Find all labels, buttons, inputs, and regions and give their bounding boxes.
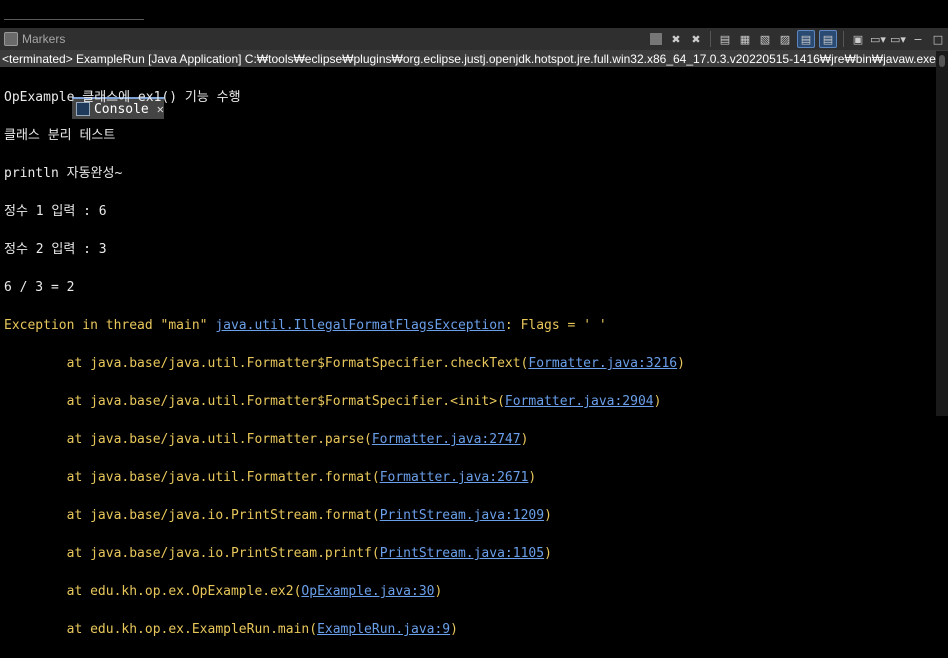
stack-frame-link[interactable]: Formatter.java:2904 (505, 394, 654, 409)
stack-frame-end: ) (450, 622, 458, 637)
stack-frame: at java.base/java.util.Formatter.format(… (4, 468, 934, 487)
exception-prefix: Exception in thread "main" (4, 318, 216, 333)
tab-markers[interactable]: Markers (0, 28, 70, 50)
stack-frame: at java.base/java.util.Formatter$FormatS… (4, 354, 934, 373)
show-stderr-icon[interactable]: ▤ (819, 30, 837, 48)
stack-frame: at java.base/java.io.PrintStream.format(… (4, 506, 934, 525)
stack-frame-method: at java.base/java.util.Formatter.parse( (4, 432, 372, 447)
tab-markers-label: Markers (22, 32, 66, 46)
console-line: OpExample 클래스에 ex1() 기능 수행 (4, 90, 241, 105)
exception-line: Exception in thread "main" java.util.Ill… (4, 316, 934, 335)
stack-frame-method: at java.base/java.util.Formatter$FormatS… (4, 394, 505, 409)
stack-frame-end: ) (544, 508, 552, 523)
stack-frame-method: at edu.kh.op.ex.ExampleRun.main( (4, 622, 318, 637)
scroll-lock-icon[interactable]: ▤ (717, 31, 733, 47)
stack-frame-link[interactable]: OpExample.java:30 (301, 584, 434, 599)
stack-frame: at edu.kh.op.ex.ExampleRun.main(ExampleR… (4, 620, 934, 639)
top-strip (0, 0, 948, 28)
markers-icon (4, 32, 18, 46)
stack-frame: at edu.kh.op.ex.OpExample.ex2(OpExample.… (4, 582, 934, 601)
minimize-icon[interactable]: − (910, 31, 926, 47)
stack-frame: at java.base/java.io.PrintStream.printf(… (4, 544, 934, 563)
console-line: println 자동완성~ (4, 166, 123, 181)
display-console-icon[interactable]: ▭▾ (870, 31, 886, 47)
stack-frame-method: at java.base/java.io.PrintStream.printf( (4, 546, 380, 561)
stack-frame-link[interactable]: ExampleRun.java:9 (317, 622, 450, 637)
scrollbar-thumb[interactable] (939, 55, 945, 67)
console-line: 정수 2 입력 : 3 (4, 242, 107, 257)
stack-frame-link[interactable]: PrintStream.java:1105 (380, 546, 544, 561)
word-wrap-icon[interactable]: ▦ (737, 31, 753, 47)
pin-console-icon[interactable]: ▣ (850, 31, 866, 47)
console-line: 6 / 3 = 2 (4, 280, 75, 295)
stack-frame: at java.base/java.util.Formatter$FormatS… (4, 392, 934, 411)
view-tab-bar: Markers Console ✕ ✖ ✖ ▤ ▦ ▧ ▨ ▤ ▤ ▣ ▭▾ ▭… (0, 28, 948, 119)
console-line: 클래스 분리 테스트 (4, 128, 116, 143)
stack-frame-link[interactable]: Formatter.java:2671 (380, 470, 529, 485)
stack-frame-end: ) (434, 584, 443, 599)
stack-frame-end: ) (677, 356, 685, 371)
stack-frame-link[interactable]: Formatter.java:2747 (372, 432, 521, 447)
exception-message: : Flags = ' ' (504, 318, 607, 333)
stack-frame-link[interactable]: PrintStream.java:1209 (380, 508, 544, 523)
process-status-line: <terminated> ExampleRun [Java Applicatio… (0, 51, 948, 67)
show-stdout-icon[interactable]: ▨ (777, 31, 793, 47)
console-toolbar: ✖ ✖ ▤ ▦ ▧ ▨ ▤ ▤ ▣ ▭▾ ▭▾ − □ (646, 28, 948, 50)
divider (4, 19, 144, 20)
stack-frame-end: ) (528, 470, 537, 485)
toolbar-separator (710, 31, 711, 47)
stack-frame: at java.base/java.util.Formatter.parse(F… (4, 430, 934, 449)
console-line: 정수 1 입력 : 6 (4, 204, 107, 219)
stack-frame-end: ) (653, 394, 662, 409)
stack-frame-end: ) (520, 432, 529, 447)
toolbar-separator (843, 31, 844, 47)
show-stdout-toggle-icon[interactable]: ▤ (797, 30, 815, 48)
process-status-text: <terminated> ExampleRun [Java Applicatio… (2, 52, 948, 66)
exception-type-link[interactable]: java.util.IllegalFormatFlagsException (215, 318, 505, 333)
stack-frame-link[interactable]: Formatter.java:3216 (528, 356, 677, 371)
remove-all-icon[interactable]: ✖ (688, 31, 704, 47)
stack-frame-method: at edu.kh.op.ex.OpExample.ex2( (4, 584, 302, 599)
vertical-scrollbar[interactable] (936, 51, 948, 416)
clear-console-icon[interactable]: ▧ (757, 31, 773, 47)
stack-frame-method: at java.base/java.util.Formatter$FormatS… (4, 356, 529, 371)
console-output[interactable]: OpExample 클래스에 ex1() 기능 수행 클래스 분리 테스트 pr… (4, 69, 934, 658)
new-console-icon[interactable]: ▭▾ (890, 31, 906, 47)
stack-frame-method: at java.base/java.io.PrintStream.format( (4, 508, 380, 523)
stack-frame-method: at java.base/java.util.Formatter.format( (4, 470, 380, 485)
stack-frame-end: ) (544, 546, 552, 561)
remove-launch-icon[interactable]: ✖ (668, 31, 684, 47)
maximize-icon[interactable]: □ (930, 31, 946, 47)
stop-icon[interactable] (650, 33, 662, 45)
